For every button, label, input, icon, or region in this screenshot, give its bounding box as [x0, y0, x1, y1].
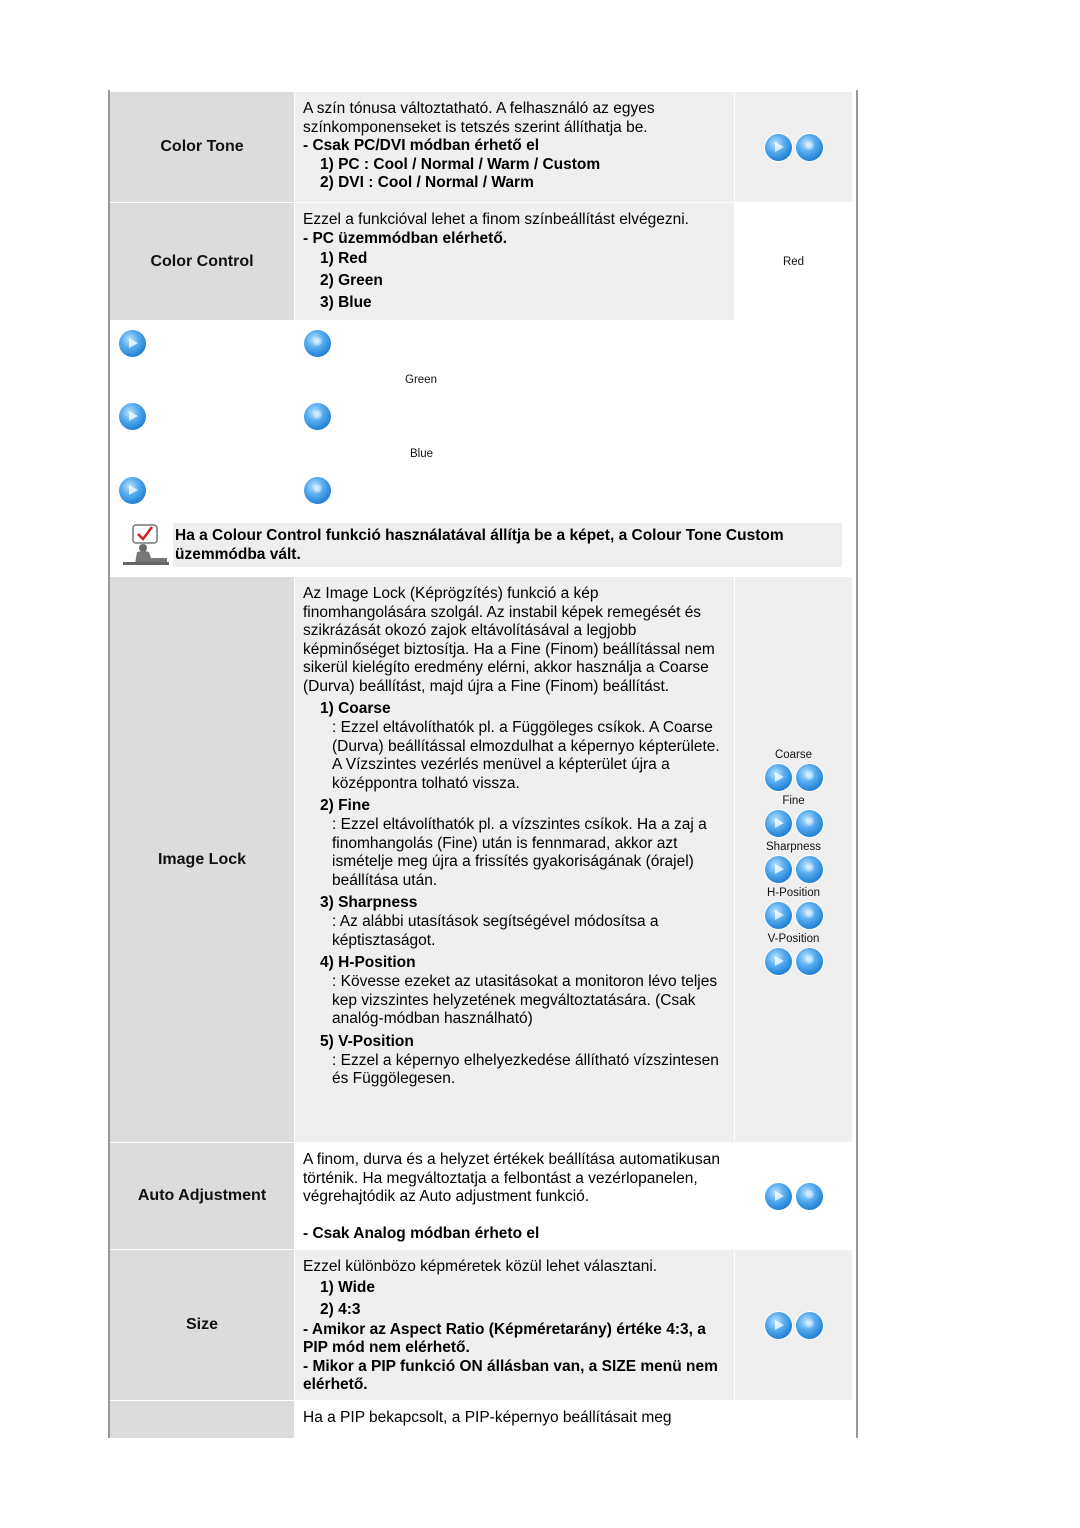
- pip-description: Ha a PIP bekapcsolt, a PIP-képernyo beál…: [295, 1401, 734, 1438]
- play-button-icon: [764, 133, 792, 161]
- image-lock-item-title: 5) V-Position: [320, 1032, 414, 1050]
- image-lock-item-text: : Ezzel eltávolíthatók pl. a Függöleges …: [332, 719, 720, 792]
- enter-button-icon: [304, 403, 331, 430]
- color-tone-buttons: [735, 92, 852, 202]
- enter-button-icon: [795, 855, 823, 883]
- play-button-icon: [764, 763, 792, 791]
- color-tone-intro: A szín tónusa változtatható. A felhaszná…: [303, 100, 655, 136]
- image-lock-description: Az Image Lock (Képrögzítés) funkció a ké…: [295, 577, 734, 1142]
- play-button-icon: [764, 1311, 792, 1339]
- pip-intro: Ha a PIP bekapcsolt, a PIP-képernyo beál…: [303, 1409, 672, 1426]
- image-lock-item-title: 1) Coarse: [320, 700, 391, 717]
- color-control-icon-cell: Red: [735, 203, 852, 320]
- size-note: - Mikor a PIP funkció ON állásban van, a…: [303, 1357, 718, 1394]
- play-button-icon: [764, 901, 792, 929]
- play-button-icon: [119, 403, 146, 430]
- color-tone-item: 1) PC : Cool / Normal / Warm / Custom: [320, 155, 601, 173]
- image-lock-item-title: 3) Sharpness: [320, 894, 418, 911]
- color-control-note: - PC üzemmódban elérhető.: [303, 229, 508, 247]
- color-control-item: 2) Green: [320, 272, 383, 289]
- fine-label: Fine: [782, 794, 805, 807]
- image-lock-item-title: 2) Fine: [320, 797, 370, 814]
- size-item: 2) 4:3: [320, 1300, 361, 1318]
- color-tone-item: 2) DVI : Cool / Normal / Warm: [320, 174, 534, 191]
- image-lock-item-text: : Ezzel eltávolíthatók pl. a vízszintes …: [332, 816, 707, 889]
- play-button-icon: [119, 477, 146, 504]
- color-control-item: 3) Blue: [320, 294, 372, 311]
- green-label: Green: [405, 374, 437, 386]
- size-buttons: [735, 1250, 852, 1400]
- enter-button-icon: [304, 330, 331, 357]
- size-label: Size: [110, 1250, 294, 1400]
- color-control-description: Ezzel a funkcióval lehet a finom színbeá…: [295, 203, 734, 320]
- auto-adjustment-label: Auto Adjustment: [110, 1143, 294, 1249]
- auto-adjustment-buttons: [735, 1143, 852, 1249]
- note-checkmark-icon: [121, 522, 169, 566]
- pip-label-cell: [110, 1401, 294, 1438]
- color-control-intro: Ezzel a funkcióval lehet a finom színbeá…: [303, 211, 689, 228]
- color-tone-description: A szín tónusa változtatható. A felhaszná…: [295, 92, 734, 202]
- enter-button-icon: [795, 763, 823, 791]
- play-button-icon: [764, 947, 792, 975]
- color-control-label: Color Control: [110, 203, 294, 320]
- image-lock-item-text: : Az alábbi utasítások segítségével módo…: [332, 913, 659, 949]
- play-button-icon: [764, 855, 792, 883]
- v-position-label: V-Position: [767, 932, 820, 945]
- image-lock-item-text: : Ezzel a képernyo elhelyezkedése állíth…: [332, 1051, 719, 1088]
- enter-button-icon: [795, 1311, 823, 1339]
- auto-adjustment-description: A finom, durva és a helyzet értékek beál…: [295, 1143, 734, 1249]
- size-item: 1) Wide: [320, 1278, 375, 1296]
- color-tone-label: Color Tone: [110, 92, 294, 202]
- enter-button-icon: [304, 477, 331, 504]
- play-button-icon: [764, 809, 792, 837]
- enter-button-icon: [795, 1182, 823, 1210]
- play-button-icon: [119, 330, 146, 357]
- auto-adjustment-note: - Csak Analog módban érheto el: [303, 1224, 540, 1242]
- size-intro: Ezzel különbözo képméretek közül lehet v…: [303, 1258, 658, 1275]
- enter-button-icon: [795, 947, 823, 975]
- size-note: - Amikor az Aspect Ratio (Képméretarány)…: [303, 1320, 706, 1357]
- color-tone-note: - Csak PC/DVI módban érhető el: [303, 137, 539, 154]
- red-label: Red: [782, 255, 805, 268]
- image-lock-label: Image Lock: [110, 577, 294, 1142]
- auto-adjustment-intro: A finom, durva és a helyzet értékek beál…: [303, 1151, 721, 1205]
- blue-label: Blue: [410, 448, 434, 460]
- image-lock-icon-cell: Coarse Fine Sharpness H-Position V-Posit…: [735, 577, 852, 1142]
- image-lock-item-text: : Kövesse ezeket az utasitásokat a monit…: [332, 973, 718, 1027]
- enter-button-icon: [795, 809, 823, 837]
- image-lock-item-title: 4) H-Position: [320, 954, 416, 971]
- h-position-label: H-Position: [766, 886, 821, 899]
- enter-button-icon: [795, 133, 823, 161]
- sharpness-label: Sharpness: [766, 840, 821, 853]
- coarse-label: Coarse: [774, 748, 813, 761]
- color-control-item: 1) Red: [320, 250, 368, 267]
- play-button-icon: [764, 1182, 792, 1210]
- color-control-note-text: Ha a Colour Control funkció használatáva…: [173, 523, 842, 567]
- image-lock-intro: Az Image Lock (Képrögzítés) funkció a ké…: [303, 585, 715, 695]
- enter-button-icon: [795, 901, 823, 929]
- size-description: Ezzel különbözo képméretek közül lehet v…: [295, 1250, 734, 1400]
